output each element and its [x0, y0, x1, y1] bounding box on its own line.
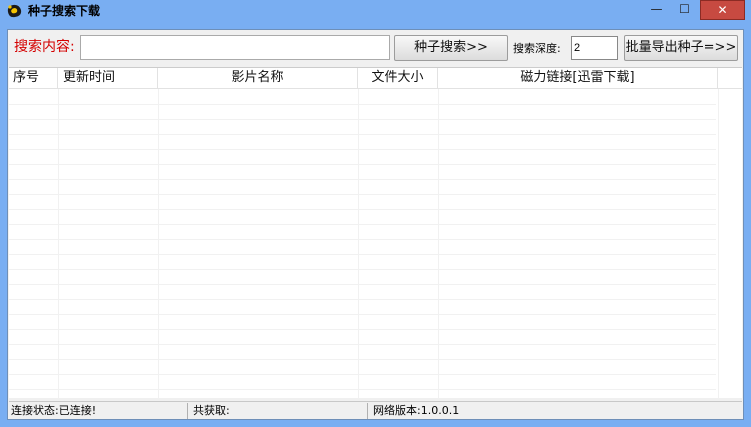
- search-input[interactable]: [80, 35, 390, 60]
- col-header-size[interactable]: 文件大小: [358, 68, 438, 88]
- status-divider: [187, 403, 188, 419]
- status-version: 网络版本:1.0.0.1: [373, 404, 460, 417]
- status-bar: 连接状态:已连接! 共获取: 网络版本:1.0.0.1: [9, 401, 742, 420]
- row-gridline: [9, 134, 716, 135]
- row-gridline: [9, 374, 716, 375]
- torrent-search-button[interactable]: 种子搜索>>: [394, 35, 508, 61]
- row-gridline: [9, 194, 716, 195]
- minimize-button[interactable]: —: [643, 0, 670, 20]
- main-panel: 搜索内容: 种子搜索>> 搜索深度: 批量导出种子=>> 序号 更新时间 影片名…: [7, 29, 744, 420]
- row-gridline: [9, 239, 716, 240]
- col-header-title[interactable]: 影片名称: [158, 68, 358, 88]
- row-gridline: [9, 344, 716, 345]
- app-icon: [7, 4, 22, 18]
- row-gridline: [9, 119, 716, 120]
- col-header-updated[interactable]: 更新时间: [58, 68, 158, 88]
- batch-export-button[interactable]: 批量导出种子=>>: [624, 35, 738, 61]
- app-window: 种子搜索下载 — ☐ ✕ 搜索内容: 种子搜索>> 搜索深度: 批量导出种子=>…: [0, 0, 751, 427]
- row-gridline: [9, 314, 716, 315]
- row-gridline: [9, 329, 716, 330]
- column-gridline: [158, 89, 159, 398]
- column-gridline: [718, 89, 719, 398]
- search-depth-label: 搜索深度:: [513, 42, 561, 55]
- row-gridline: [9, 359, 716, 360]
- maximize-button[interactable]: ☐: [671, 0, 698, 20]
- window-title: 种子搜索下载: [28, 4, 101, 18]
- row-gridline: [9, 284, 716, 285]
- column-gridline: [358, 89, 359, 398]
- col-header-index[interactable]: 序号: [9, 68, 58, 88]
- column-gridline: [58, 89, 59, 398]
- col-header-magnet[interactable]: 磁力链接[迅雷下载]: [438, 68, 718, 88]
- row-gridline: [9, 224, 716, 225]
- search-label: 搜索内容:: [14, 39, 75, 55]
- table-header: 序号 更新时间 影片名称 文件大小 磁力链接[迅雷下载]: [9, 68, 742, 89]
- status-connection: 连接状态:已连接!: [11, 404, 97, 417]
- row-gridline: [9, 149, 716, 150]
- row-gridline: [9, 269, 716, 270]
- row-gridline: [9, 209, 716, 210]
- search-depth-input[interactable]: [571, 36, 618, 60]
- table-body[interactable]: [9, 89, 742, 398]
- status-total: 共获取:: [193, 404, 230, 417]
- row-gridline: [9, 299, 716, 300]
- row-gridline: [9, 389, 716, 390]
- column-gridline: [438, 89, 439, 398]
- row-gridline: [9, 104, 716, 105]
- row-gridline: [9, 254, 716, 255]
- title-bar[interactable]: 种子搜索下载 — ☐ ✕: [0, 0, 751, 22]
- results-table[interactable]: 序号 更新时间 影片名称 文件大小 磁力链接[迅雷下载]: [9, 67, 742, 398]
- close-button[interactable]: ✕: [700, 0, 745, 20]
- row-gridline: [9, 164, 716, 165]
- status-divider: [367, 403, 368, 419]
- row-gridline: [9, 179, 716, 180]
